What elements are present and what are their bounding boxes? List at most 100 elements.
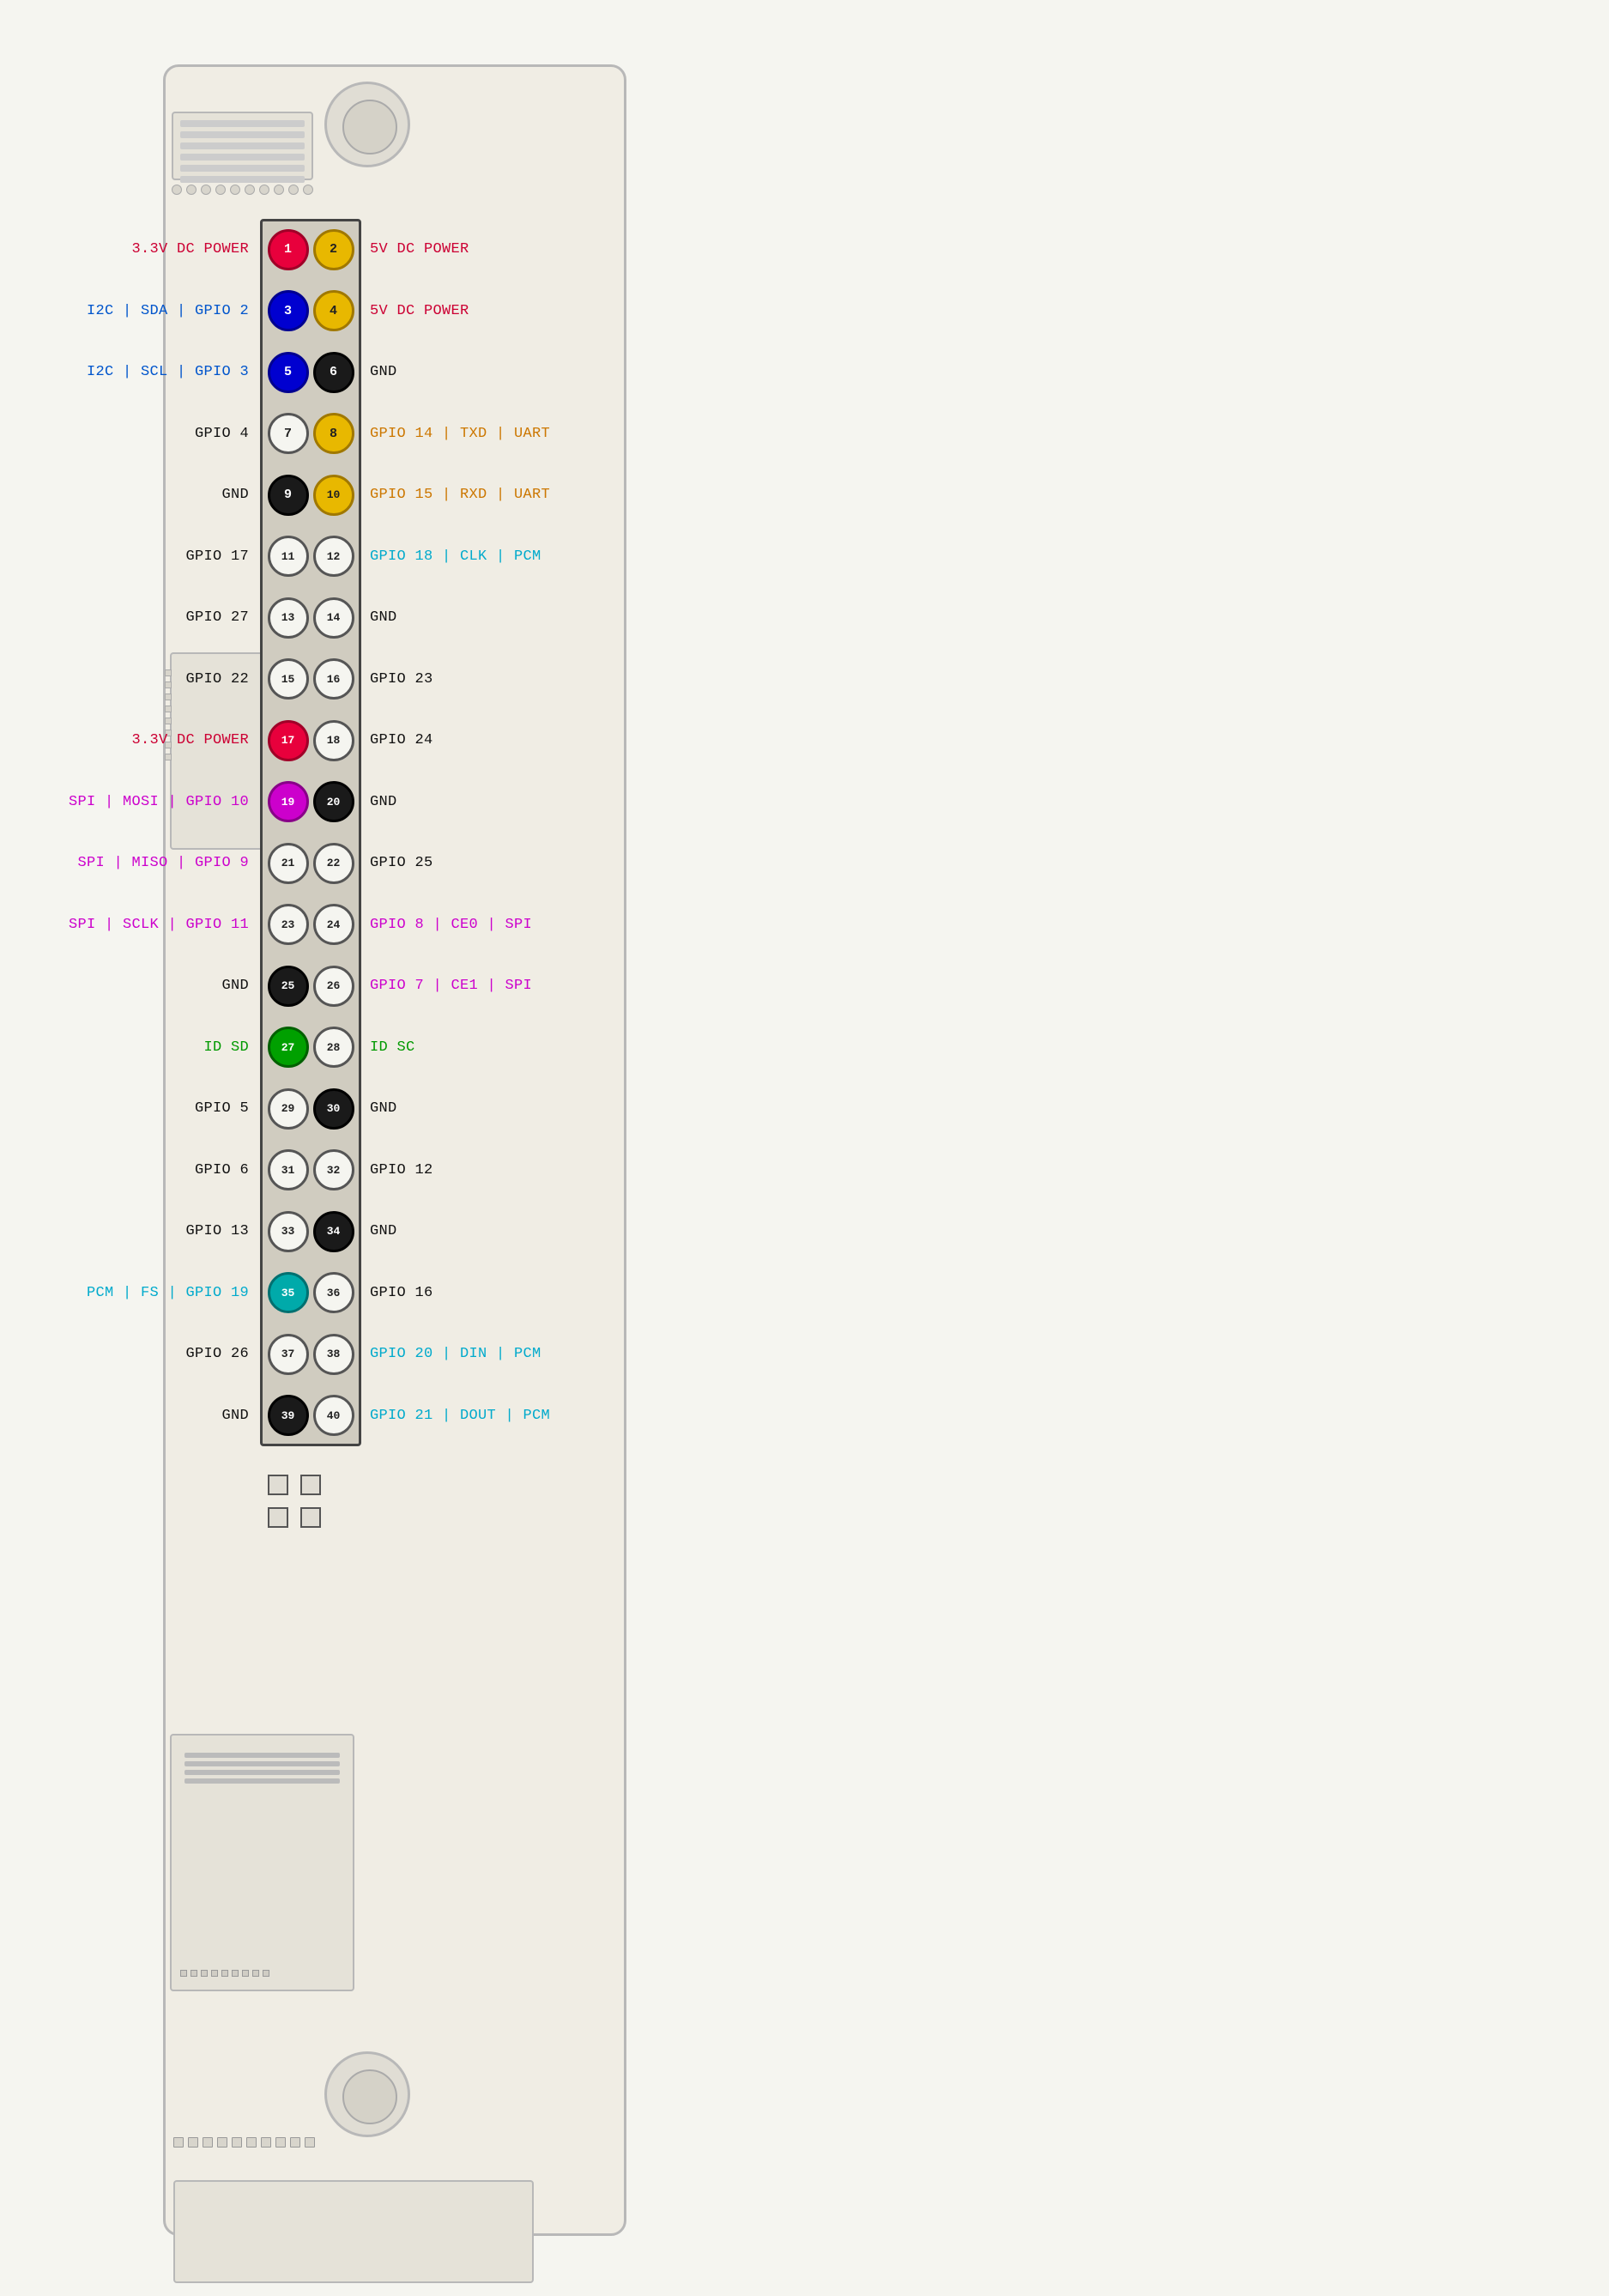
left-label-11: GPIO 17 bbox=[185, 526, 249, 588]
pin-row-19: 3738 bbox=[260, 1324, 361, 1385]
right-label-20: GND bbox=[370, 772, 397, 833]
pin-6: 6 bbox=[313, 352, 354, 393]
small-bottom-connectors bbox=[173, 2137, 315, 2148]
left-label-17: 3.3V DC POWER bbox=[131, 710, 249, 772]
pin-row-2: 34 bbox=[260, 281, 361, 342]
pin-33: 33 bbox=[268, 1211, 309, 1252]
pin-16: 16 bbox=[313, 658, 354, 700]
right-label-2: 5V DC POWER bbox=[370, 219, 469, 281]
pin-28: 28 bbox=[313, 1027, 354, 1068]
right-label-34: GND bbox=[370, 1201, 397, 1263]
pin-38: 38 bbox=[313, 1334, 354, 1375]
pin-21: 21 bbox=[268, 843, 309, 884]
pin-row-1: 12 bbox=[260, 219, 361, 281]
top-chip-pins bbox=[172, 185, 313, 195]
pin-row-20: 3940 bbox=[260, 1385, 361, 1447]
pin-26: 26 bbox=[313, 966, 354, 1007]
right-label-24: GPIO 8 | CE0 | SPI bbox=[370, 894, 532, 956]
pin-row-4: 78 bbox=[260, 403, 361, 465]
right-label-40: GPIO 21 | DOUT | PCM bbox=[370, 1385, 550, 1447]
left-label-9: GND bbox=[221, 464, 249, 526]
left-label-7: GPIO 4 bbox=[195, 403, 249, 465]
right-label-14: GND bbox=[370, 587, 397, 649]
pin-24: 24 bbox=[313, 904, 354, 945]
pin-5: 5 bbox=[268, 352, 309, 393]
right-label-18: GPIO 24 bbox=[370, 710, 433, 772]
pin-11: 11 bbox=[268, 536, 309, 577]
pin-1: 1 bbox=[268, 229, 309, 270]
pin-22: 22 bbox=[313, 843, 354, 884]
very-bottom-chip bbox=[173, 2180, 534, 2283]
left-label-39: GND bbox=[221, 1385, 249, 1447]
pin-29: 29 bbox=[268, 1088, 309, 1130]
pin-14: 14 bbox=[313, 597, 354, 639]
pin-10: 10 bbox=[313, 475, 354, 516]
left-label-25: GND bbox=[221, 955, 249, 1017]
right-label-30: GND bbox=[370, 1078, 397, 1140]
pin-34: 34 bbox=[313, 1211, 354, 1252]
pin-15: 15 bbox=[268, 658, 309, 700]
left-label-13: GPIO 27 bbox=[185, 587, 249, 649]
pin-25: 25 bbox=[268, 966, 309, 1007]
pin-7: 7 bbox=[268, 413, 309, 454]
top-mounting-hole bbox=[324, 82, 410, 167]
pin-row-15: 2930 bbox=[260, 1078, 361, 1140]
pin-32: 32 bbox=[313, 1149, 354, 1190]
left-label-19: SPI | MOSI | GPIO 10 bbox=[69, 772, 249, 833]
pin-row-8: 1516 bbox=[260, 649, 361, 711]
pin-40: 40 bbox=[313, 1395, 354, 1436]
pin-30: 30 bbox=[313, 1088, 354, 1130]
right-label-22: GPIO 25 bbox=[370, 833, 433, 894]
pin-36: 36 bbox=[313, 1272, 354, 1313]
pin-37: 37 bbox=[268, 1334, 309, 1375]
pin-27: 27 bbox=[268, 1027, 309, 1068]
right-label-6: GND bbox=[370, 342, 397, 403]
left-label-1: 3.3V DC POWER bbox=[131, 219, 249, 281]
left-label-5: I2C | SCL | GPIO 3 bbox=[87, 342, 249, 403]
gpio-bottom-connectors bbox=[268, 1475, 321, 1528]
left-label-35: PCM | FS | GPIO 19 bbox=[87, 1263, 249, 1324]
left-label-31: GPIO 6 bbox=[195, 1140, 249, 1202]
pin-row-12: 2324 bbox=[260, 894, 361, 956]
pin-row-11: 2122 bbox=[260, 833, 361, 894]
pin-13: 13 bbox=[268, 597, 309, 639]
pin-4: 4 bbox=[313, 290, 354, 331]
right-label-36: GPIO 16 bbox=[370, 1263, 433, 1324]
left-label-23: SPI | SCLK | GPIO 11 bbox=[69, 894, 249, 956]
pin-row-3: 56 bbox=[260, 342, 361, 403]
right-label-12: GPIO 18 | CLK | PCM bbox=[370, 526, 541, 588]
pin-20: 20 bbox=[313, 781, 354, 822]
right-label-4: 5V DC POWER bbox=[370, 281, 469, 342]
right-label-10: GPIO 15 | RXD | UART bbox=[370, 464, 550, 526]
pin-row-10: 1920 bbox=[260, 772, 361, 833]
left-label-3: I2C | SDA | GPIO 2 bbox=[87, 281, 249, 342]
pin-row-14: 2728 bbox=[260, 1017, 361, 1079]
pin-35: 35 bbox=[268, 1272, 309, 1313]
right-label-8: GPIO 14 | TXD | UART bbox=[370, 403, 550, 465]
bottom-mounting-hole bbox=[324, 2051, 410, 2137]
pin-39: 39 bbox=[268, 1395, 309, 1436]
pin-19: 19 bbox=[268, 781, 309, 822]
pin-row-18: 3536 bbox=[260, 1263, 361, 1324]
pin-2: 2 bbox=[313, 229, 354, 270]
right-label-32: GPIO 12 bbox=[370, 1140, 433, 1202]
pin-row-5: 910 bbox=[260, 464, 361, 526]
left-label-33: GPIO 13 bbox=[185, 1201, 249, 1263]
pin-row-17: 3334 bbox=[260, 1201, 361, 1263]
pin-3: 3 bbox=[268, 290, 309, 331]
right-label-38: GPIO 20 | DIN | PCM bbox=[370, 1324, 541, 1385]
top-connector-chip bbox=[172, 112, 313, 180]
left-label-21: SPI | MISO | GPIO 9 bbox=[77, 833, 249, 894]
left-label-15: GPIO 22 bbox=[185, 649, 249, 711]
pin-row-6: 1112 bbox=[260, 526, 361, 588]
left-label-27: ID SD bbox=[203, 1017, 249, 1079]
pin-row-13: 2526 bbox=[260, 955, 361, 1017]
pin-12: 12 bbox=[313, 536, 354, 577]
left-label-29: GPIO 5 bbox=[195, 1078, 249, 1140]
pin-31: 31 bbox=[268, 1149, 309, 1190]
pin-18: 18 bbox=[313, 720, 354, 761]
pin-8: 8 bbox=[313, 413, 354, 454]
pin-23: 23 bbox=[268, 904, 309, 945]
pin-row-16: 3132 bbox=[260, 1140, 361, 1202]
pin-9: 9 bbox=[268, 475, 309, 516]
